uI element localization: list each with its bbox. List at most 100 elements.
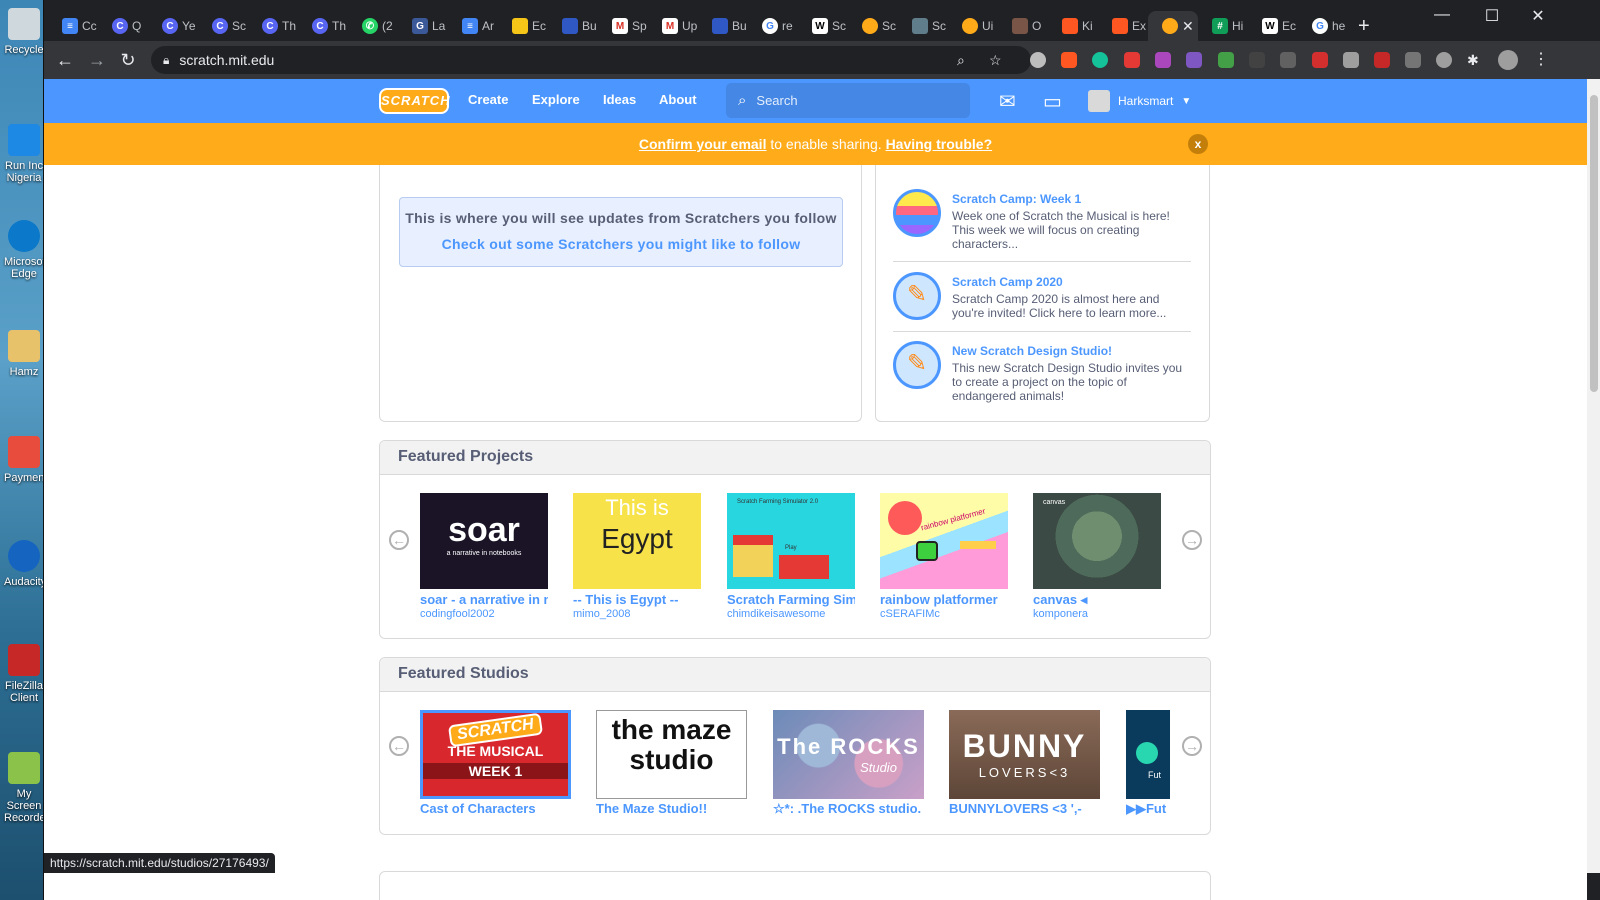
- studio-thumbnail[interactable]: The ROCKS Studio: [773, 710, 924, 799]
- extension-icon[interactable]: [1155, 52, 1171, 68]
- tab[interactable]: Ec: [498, 11, 548, 41]
- forward-button[interactable]: →: [86, 49, 108, 71]
- extension-icon[interactable]: [1405, 52, 1421, 68]
- carousel-next-button[interactable]: →: [1182, 530, 1202, 550]
- nav-explore[interactable]: Explore: [532, 92, 580, 107]
- bookmark-star-icon[interactable]: ☆: [989, 52, 1002, 69]
- search-input[interactable]: [756, 93, 933, 108]
- puzzle-icon[interactable]: ✱: [1467, 52, 1483, 68]
- scratch-logo[interactable]: SCRATCH: [379, 88, 450, 114]
- project-author[interactable]: komponera: [1033, 608, 1161, 620]
- project-thumbnail[interactable]: Scratch Farming Simulator 2.0 Play: [727, 493, 855, 589]
- tab[interactable]: Sc: [848, 11, 898, 41]
- pocket-icon[interactable]: [1436, 52, 1452, 68]
- studio-thumbnail[interactable]: SCRATCH THE MUSICAL WEEK 1: [420, 710, 571, 799]
- back-button[interactable]: ←: [54, 49, 76, 71]
- studio-thumbnail[interactable]: BUNNY LOVERS<3: [949, 710, 1100, 799]
- studio-title[interactable]: Cast of Characters: [420, 801, 571, 816]
- messages-icon[interactable]: ✉: [999, 89, 1016, 114]
- project-author[interactable]: codingfool2002: [420, 608, 548, 620]
- tab[interactable]: # Hi: [1198, 11, 1248, 41]
- tab[interactable]: C Ye: [148, 11, 198, 41]
- carousel-prev-button[interactable]: ←: [389, 530, 409, 550]
- minimize-button[interactable]: —: [1420, 6, 1464, 24]
- tab[interactable]: M Up: [648, 11, 698, 41]
- tab[interactable]: Ui: [948, 11, 998, 41]
- my-stuff-folder-icon[interactable]: ▭: [1043, 89, 1062, 114]
- tab[interactable]: Sc: [898, 11, 948, 41]
- tab[interactable]: Bu: [698, 11, 748, 41]
- grammarly-icon[interactable]: [1092, 52, 1108, 68]
- project-author[interactable]: cSERAFIMc: [880, 608, 1008, 620]
- close-icon[interactable]: ✕: [1182, 18, 1194, 35]
- studio-title[interactable]: ☆*: .The ROCKS studio.: [773, 801, 924, 817]
- extension-icon[interactable]: [1186, 52, 1202, 68]
- confirm-email-link[interactable]: Confirm your email: [639, 136, 767, 152]
- extension-icon[interactable]: [1124, 52, 1140, 68]
- carousel-next-button[interactable]: →: [1182, 736, 1202, 756]
- tab[interactable]: C Th: [298, 11, 348, 41]
- tab[interactable]: Gre: [748, 11, 798, 41]
- desktop-icon-filezilla[interactable]: FileZilla Client: [4, 644, 44, 704]
- project-author[interactable]: mimo_2008: [573, 608, 701, 620]
- tab[interactable]: W Sc: [798, 11, 848, 41]
- close-window-button[interactable]: ✕: [1516, 6, 1560, 26]
- search-box[interactable]: ⌕: [726, 83, 970, 118]
- having-trouble-link[interactable]: Having trouble?: [886, 136, 993, 152]
- tab[interactable]: W Ec: [1248, 11, 1298, 41]
- project-thumbnail[interactable]: soar a narrative in notebooks: [420, 493, 548, 589]
- tab[interactable]: ≡ Ar: [448, 11, 498, 41]
- tab[interactable]: O: [998, 11, 1048, 41]
- studio-thumbnail[interactable]: Fut: [1126, 710, 1170, 799]
- desktop-icon-recorder[interactable]: My Screen Recorder: [4, 752, 49, 824]
- extension-icon[interactable]: [1280, 52, 1296, 68]
- extension-icon[interactable]: [1030, 52, 1046, 68]
- desktop-icon-folder[interactable]: Hamz: [4, 330, 44, 378]
- studio-title[interactable]: The Maze Studio!!: [596, 801, 747, 816]
- extension-icon[interactable]: [1343, 52, 1359, 68]
- project-title[interactable]: Scratch Farming Sim: [727, 592, 855, 607]
- account-menu[interactable]: Harksmart ▼: [1088, 90, 1191, 112]
- nav-ideas[interactable]: Ideas: [603, 92, 636, 107]
- nav-create[interactable]: Create: [468, 92, 508, 107]
- project-title[interactable]: soar - a narrative in n: [420, 592, 548, 607]
- project-thumbnail[interactable]: canvas: [1033, 493, 1161, 589]
- extension-icon[interactable]: [1374, 52, 1390, 68]
- extension-icon[interactable]: [1249, 52, 1265, 68]
- project-thumbnail[interactable]: rainbow platformer: [880, 493, 1008, 589]
- tab[interactable]: Ghe: [1298, 11, 1348, 41]
- menu-icon[interactable]: ⋮: [1533, 52, 1549, 68]
- new-tab-button[interactable]: +: [1348, 11, 1398, 41]
- project-title[interactable]: canvas ◂: [1033, 592, 1161, 608]
- project-author[interactable]: chimdikeisawesome: [727, 608, 855, 620]
- maximize-button[interactable]: ☐: [1470, 6, 1514, 26]
- studio-title[interactable]: BUNNYLOVERS <3 ',-: [949, 801, 1100, 816]
- project-title[interactable]: rainbow platformer: [880, 592, 1008, 607]
- reload-button[interactable]: ↻: [117, 49, 139, 71]
- project-title[interactable]: -- This is Egypt --: [573, 592, 701, 607]
- carousel-prev-button[interactable]: ←: [389, 736, 409, 756]
- scrollbar[interactable]: [1587, 79, 1600, 873]
- tab[interactable]: M Sp: [598, 11, 648, 41]
- tab[interactable]: G La: [398, 11, 448, 41]
- evernote-icon[interactable]: [1218, 52, 1234, 68]
- tab[interactable]: CQ: [98, 11, 148, 41]
- tab[interactable]: Ex: [1098, 11, 1148, 41]
- suggested-scratchers-link[interactable]: Check out some Scratchers you might like…: [400, 236, 842, 252]
- pdf-icon[interactable]: [1312, 52, 1328, 68]
- banner-close-button[interactable]: x: [1188, 134, 1208, 154]
- tab[interactable]: C Th: [248, 11, 298, 41]
- studio-thumbnail[interactable]: the maze studio: [596, 710, 747, 799]
- tab[interactable]: ≡ Cc: [48, 11, 98, 41]
- profile-avatar[interactable]: [1498, 50, 1518, 70]
- scrollbar-thumb[interactable]: [1590, 95, 1598, 392]
- news-item[interactable]: Scratch Camp: Week 1 Week one of Scratch…: [893, 189, 1193, 259]
- tab[interactable]: Bu: [548, 11, 598, 41]
- tab[interactable]: C Sc: [198, 11, 248, 41]
- desktop-icon-payment[interactable]: Payment: [4, 436, 47, 484]
- zoom-icon[interactable]: ⌕: [957, 52, 965, 69]
- desktop-icon-audacity[interactable]: Audacity: [4, 540, 46, 588]
- project-thumbnail[interactable]: This is Egypt: [573, 493, 701, 589]
- tab[interactable]: Ki: [1048, 11, 1098, 41]
- tab-active-scratch[interactable]: ✕: [1148, 11, 1198, 41]
